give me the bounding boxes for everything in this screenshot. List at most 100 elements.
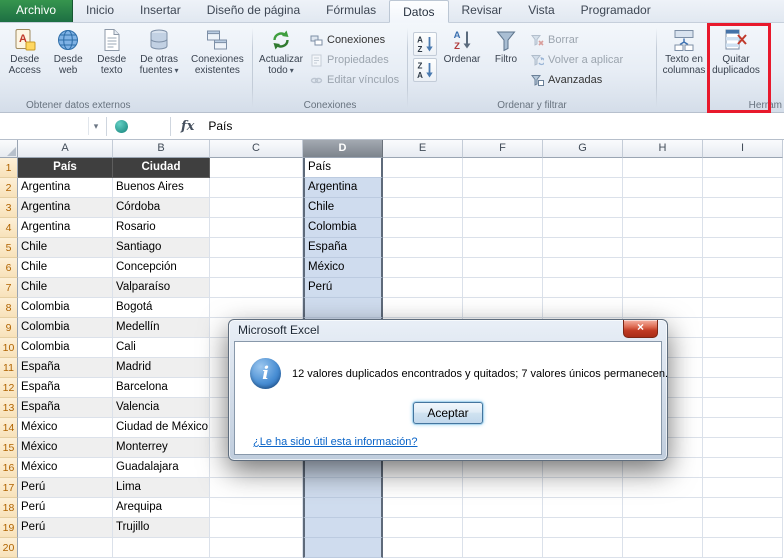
cell-I8[interactable]: [703, 298, 783, 318]
cell-I7[interactable]: [703, 278, 783, 298]
cell-F8[interactable]: [463, 298, 543, 318]
cell-G18[interactable]: [543, 498, 623, 518]
cell-D3[interactable]: Chile: [303, 198, 383, 218]
cell-B3[interactable]: Córdoba: [113, 198, 210, 218]
cell-F20[interactable]: [463, 538, 543, 558]
cell-A7[interactable]: Chile: [18, 278, 113, 298]
cell-I9[interactable]: [703, 318, 783, 338]
cell-D17[interactable]: [303, 478, 383, 498]
cell-A14[interactable]: México: [18, 418, 113, 438]
cell-H7[interactable]: [623, 278, 703, 298]
cell-B20[interactable]: [113, 538, 210, 558]
cell-C18[interactable]: [210, 498, 303, 518]
cell-I17[interactable]: [703, 478, 783, 498]
row-header-4[interactable]: 4: [0, 218, 18, 238]
cell-D16[interactable]: [303, 458, 383, 478]
cell-F7[interactable]: [463, 278, 543, 298]
cell-G3[interactable]: [543, 198, 623, 218]
cell-E4[interactable]: [383, 218, 463, 238]
cell-F17[interactable]: [463, 478, 543, 498]
row-header-5[interactable]: 5: [0, 238, 18, 258]
cell-H1[interactable]: [623, 158, 703, 178]
row-header-13[interactable]: 13: [0, 398, 18, 418]
cell-F6[interactable]: [463, 258, 543, 278]
insert-function-button[interactable]: fx: [174, 119, 201, 134]
tab-diseno-de-pagina[interactable]: Diseño de página: [194, 0, 313, 22]
name-box-dropdown-icon[interactable]: [88, 117, 103, 135]
dialog-close-button[interactable]: ×: [623, 320, 658, 338]
row-header-14[interactable]: 14: [0, 418, 18, 438]
cell-B7[interactable]: Valparaíso: [113, 278, 210, 298]
row-header-11[interactable]: 11: [0, 358, 18, 378]
row-header-10[interactable]: 10: [0, 338, 18, 358]
cell-A16[interactable]: México: [18, 458, 113, 478]
cell-G16[interactable]: [543, 458, 623, 478]
cell-F18[interactable]: [463, 498, 543, 518]
row-header-3[interactable]: 3: [0, 198, 18, 218]
cell-E6[interactable]: [383, 258, 463, 278]
cell-E17[interactable]: [383, 478, 463, 498]
cell-A6[interactable]: Chile: [18, 258, 113, 278]
cell-I18[interactable]: [703, 498, 783, 518]
row-header-12[interactable]: 12: [0, 378, 18, 398]
cell-B12[interactable]: Barcelona: [113, 378, 210, 398]
cell-H4[interactable]: [623, 218, 703, 238]
cell-G19[interactable]: [543, 518, 623, 538]
cell-E18[interactable]: [383, 498, 463, 518]
cell-A19[interactable]: Perú: [18, 518, 113, 538]
cell-F2[interactable]: [463, 178, 543, 198]
cell-A11[interactable]: España: [18, 358, 113, 378]
cell-F5[interactable]: [463, 238, 543, 258]
cell-B11[interactable]: Madrid: [113, 358, 210, 378]
desde-access-button[interactable]: A Desde Access: [3, 26, 46, 76]
tab-archivo[interactable]: Archivo: [0, 0, 74, 22]
cell-E2[interactable]: [383, 178, 463, 198]
column-header-B[interactable]: B: [113, 140, 210, 158]
cell-A4[interactable]: Argentina: [18, 218, 113, 238]
cell-G1[interactable]: [543, 158, 623, 178]
cell-D19[interactable]: [303, 518, 383, 538]
cell-E19[interactable]: [383, 518, 463, 538]
row-header-1[interactable]: 1: [0, 158, 18, 178]
cell-I14[interactable]: [703, 418, 783, 438]
conexiones-existentes-button[interactable]: Conexiones existentes: [185, 26, 250, 76]
column-header-H[interactable]: H: [623, 140, 703, 158]
column-header-D[interactable]: D: [303, 140, 383, 158]
tab-vista[interactable]: Vista: [515, 0, 567, 22]
cell-I11[interactable]: [703, 358, 783, 378]
cell-B17[interactable]: Lima: [113, 478, 210, 498]
tab-insertar[interactable]: Insertar: [127, 0, 194, 22]
cell-D6[interactable]: México: [303, 258, 383, 278]
cell-G17[interactable]: [543, 478, 623, 498]
column-header-C[interactable]: C: [210, 140, 303, 158]
cell-D7[interactable]: Perú: [303, 278, 383, 298]
de-otras-fuentes-button[interactable]: De otras fuentes: [133, 26, 184, 76]
cell-F1[interactable]: [463, 158, 543, 178]
cell-G6[interactable]: [543, 258, 623, 278]
cell-C2[interactable]: [210, 178, 303, 198]
row-header-18[interactable]: 18: [0, 498, 18, 518]
cell-I15[interactable]: [703, 438, 783, 458]
cell-E7[interactable]: [383, 278, 463, 298]
borrar-button[interactable]: Borrar: [527, 30, 627, 50]
cell-E3[interactable]: [383, 198, 463, 218]
tab-revisar[interactable]: Revisar: [449, 0, 516, 22]
cell-B2[interactable]: Buenos Aires: [113, 178, 210, 198]
desde-texto-button[interactable]: Desde texto: [90, 26, 133, 76]
cell-F19[interactable]: [463, 518, 543, 538]
row-header-6[interactable]: 6: [0, 258, 18, 278]
avanzadas-button[interactable]: Avanzadas: [527, 70, 627, 90]
cell-I20[interactable]: [703, 538, 783, 558]
column-header-G[interactable]: G: [543, 140, 623, 158]
cell-G4[interactable]: [543, 218, 623, 238]
tab-datos[interactable]: Datos: [389, 0, 449, 23]
cell-C8[interactable]: [210, 298, 303, 318]
cell-I2[interactable]: [703, 178, 783, 198]
cell-A12[interactable]: España: [18, 378, 113, 398]
cell-B13[interactable]: Valencia: [113, 398, 210, 418]
cell-F16[interactable]: [463, 458, 543, 478]
cell-G2[interactable]: [543, 178, 623, 198]
cell-C6[interactable]: [210, 258, 303, 278]
cell-E8[interactable]: [383, 298, 463, 318]
column-header-F[interactable]: F: [463, 140, 543, 158]
